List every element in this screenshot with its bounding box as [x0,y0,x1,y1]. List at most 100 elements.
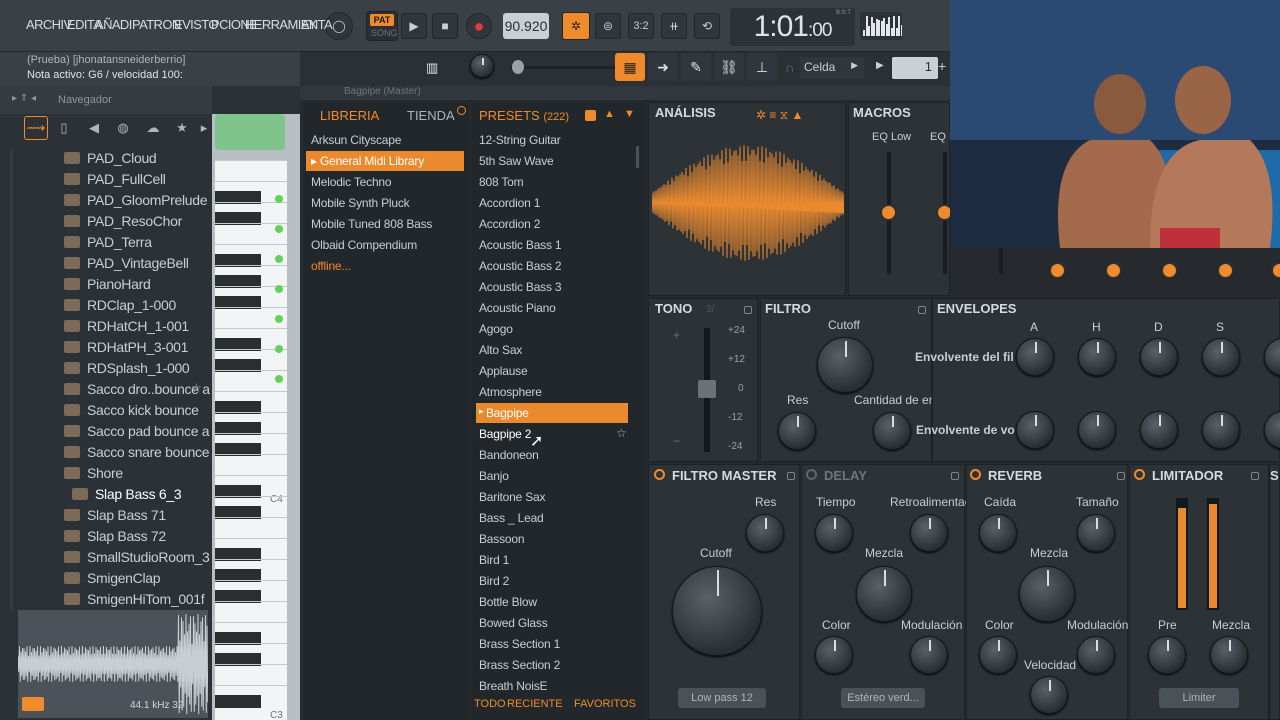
cloud-icon[interactable]: ☁ [141,116,165,140]
filtro-master-power-icon[interactable] [654,469,665,480]
preset-item[interactable]: Bagpipe 2 [476,424,628,444]
preset-item[interactable]: 5th Saw Wave [476,151,628,171]
limitador-mezcla-knob[interactable] [1210,636,1248,674]
pitch-minus-icon[interactable]: − [673,434,680,448]
channel-led[interactable] [275,375,283,383]
delay-color-knob[interactable] [815,636,853,674]
preset-item[interactable]: 12-String Guitar [476,130,628,150]
piano-keyboard-icon[interactable]: ▥ [426,60,438,76]
document-icon[interactable]: ▯ [52,116,76,140]
preset-item[interactable]: Brass Section 1 [476,634,628,654]
file-list-item[interactable]: Sacco kick bounce [64,399,212,420]
master-pitch-slider[interactable] [510,66,620,69]
file-list-item[interactable]: SmigenHiTom_001f [64,588,212,609]
file-list-item[interactable]: PAD_FullCell [64,168,212,189]
filtro-res-knob[interactable] [778,412,816,450]
wait-icon[interactable]: ⊜ [595,13,621,39]
pitch-slider-handle[interactable] [698,380,716,398]
preset-item[interactable]: Bowed Glass [476,613,628,633]
preset-item[interactable]: Agogo [476,319,628,339]
file-list-item[interactable]: RDHatCH_1-001 [64,315,212,336]
reverb-tamano-knob[interactable] [1077,514,1115,552]
preset-item[interactable]: Atmosphere [476,382,628,402]
globe-icon[interactable]: ◍ [111,116,135,140]
file-list-item[interactable]: PAD_GloomPrelude [64,189,212,210]
eq-low-handle[interactable] [880,204,897,221]
tempo-display[interactable]: 90.920 [503,13,549,39]
envelope-volume-knob-a[interactable] [1016,411,1054,449]
preset-item[interactable]: Applause [476,361,628,381]
fm-mode-selector[interactable]: Low pass 12 [678,688,766,708]
channel-led[interactable] [275,285,283,293]
envelope-filter-knob-s[interactable] [1202,338,1240,376]
metronome-icon[interactable]: ✲ [562,12,590,40]
channel-led[interactable] [275,255,283,263]
menu-item-archiv[interactable]: ARCHIV [26,17,72,32]
library-item[interactable]: offline... [306,256,464,276]
file-list-item[interactable]: Slap Bass 71 [64,504,212,525]
menu-item-herramienta[interactable]: HERRAMIENTA [245,17,333,32]
envelope-volume-knob-h[interactable] [1078,411,1116,449]
blend-notes-icon[interactable]: ⧺ [661,13,687,39]
browser-scrollbar[interactable] [10,150,13,610]
preset-item[interactable]: Accordion 1 [476,193,628,213]
magnet-icon[interactable]: ∩ [785,60,794,75]
channel-led[interactable] [275,225,283,233]
waveform-filter-icon[interactable]: ⟿ [24,116,48,140]
file-list-item[interactable]: RDClap_1-000 [64,294,212,315]
file-list-item[interactable]: PAD_VintageBell [64,252,212,273]
delay-mezcla-knob[interactable] [856,566,912,622]
link-icon[interactable]: ⛓ [714,53,744,81]
preset-item[interactable]: Acoustic Piano [476,298,628,318]
preset-item[interactable]: Acoustic Bass 3 [476,277,628,297]
piano-black-key[interactable] [215,695,261,708]
loop-record-mode-icon[interactable]: ⟲ [694,13,720,39]
preset-item[interactable]: Bird 2 [476,571,628,591]
reverb-caida-knob[interactable] [979,514,1017,552]
file-list-item[interactable]: SmallStudioRoom_3 [64,546,212,567]
arrow-right-icon[interactable]: ➜ [648,53,678,81]
preset-item[interactable]: Brass Section 2 [476,655,628,675]
macro-handle-4[interactable] [1049,262,1066,279]
delay-mode-selector[interactable]: Estéreo verd... [841,688,925,708]
preset-next-icon[interactable]: ▼ [624,108,635,120]
library-item[interactable]: Arksun Cityscape [306,130,464,150]
preset-item[interactable]: ▸ Bagpipe [476,403,628,423]
analysis-view-icon[interactable]: ✲ ≡ ⧖ ▲ [756,108,803,123]
channel-led[interactable] [275,345,283,353]
envelope-volume-knob-d[interactable] [1140,411,1178,449]
limitador-mode-selector[interactable]: Limiter [1159,688,1239,708]
delay-power-icon[interactable] [806,469,817,480]
pitch-slider-handle[interactable] [512,60,524,74]
file-list-item[interactable]: Slap Bass 6_3 [72,483,220,504]
step-value-box[interactable]: 1 [892,57,938,79]
preset-item[interactable]: Banjo [476,466,628,486]
envelope-filter-knob-d[interactable] [1140,338,1178,376]
reverb-lock-icon[interactable] [1117,472,1125,480]
library-item[interactable]: Mobile Synth Pluck [306,193,464,213]
pattern-song-toggle[interactable]: PAT SONG [366,11,398,41]
preset-item[interactable]: Bird 1 [476,550,628,570]
library-item[interactable]: ▸ General Midi Library [306,151,464,171]
limitador-power-icon[interactable] [1134,469,1145,480]
fm-res-knob[interactable] [746,514,784,552]
countdown-icon[interactable]: 3:2 [628,13,654,39]
macro-handle-5[interactable] [1105,262,1122,279]
file-list-item[interactable]: Sacco dro..bounce a [64,378,212,399]
limitador-pre-knob[interactable] [1148,636,1186,674]
file-list-item[interactable]: PianoHard [64,273,212,294]
file-favorite-star-icon[interactable]: ☆ [191,381,202,395]
tab-library[interactable]: LIBRERIA [320,108,379,123]
macro-handle-6[interactable] [1161,262,1178,279]
file-list-item[interactable]: PAD_Cloud [64,147,212,168]
file-list-item[interactable]: RDSplash_1-000 [64,357,212,378]
filtro-amount-knob[interactable] [873,412,911,450]
speaker-icon[interactable]: ◀ [82,116,106,140]
preset-item[interactable]: 808 Tom [476,172,628,192]
library-item[interactable]: Olbaid Compendium [306,235,464,255]
reverb-power-icon[interactable] [970,469,981,480]
file-list-item[interactable]: PAD_ResoChor [64,210,212,231]
preset-item[interactable]: Bottle Blow [476,592,628,612]
file-list-item[interactable]: Sacco pad bounce a [64,420,212,441]
browser-nav-arrows-icon[interactable]: ▸ ⇑ ◂ [12,93,36,104]
